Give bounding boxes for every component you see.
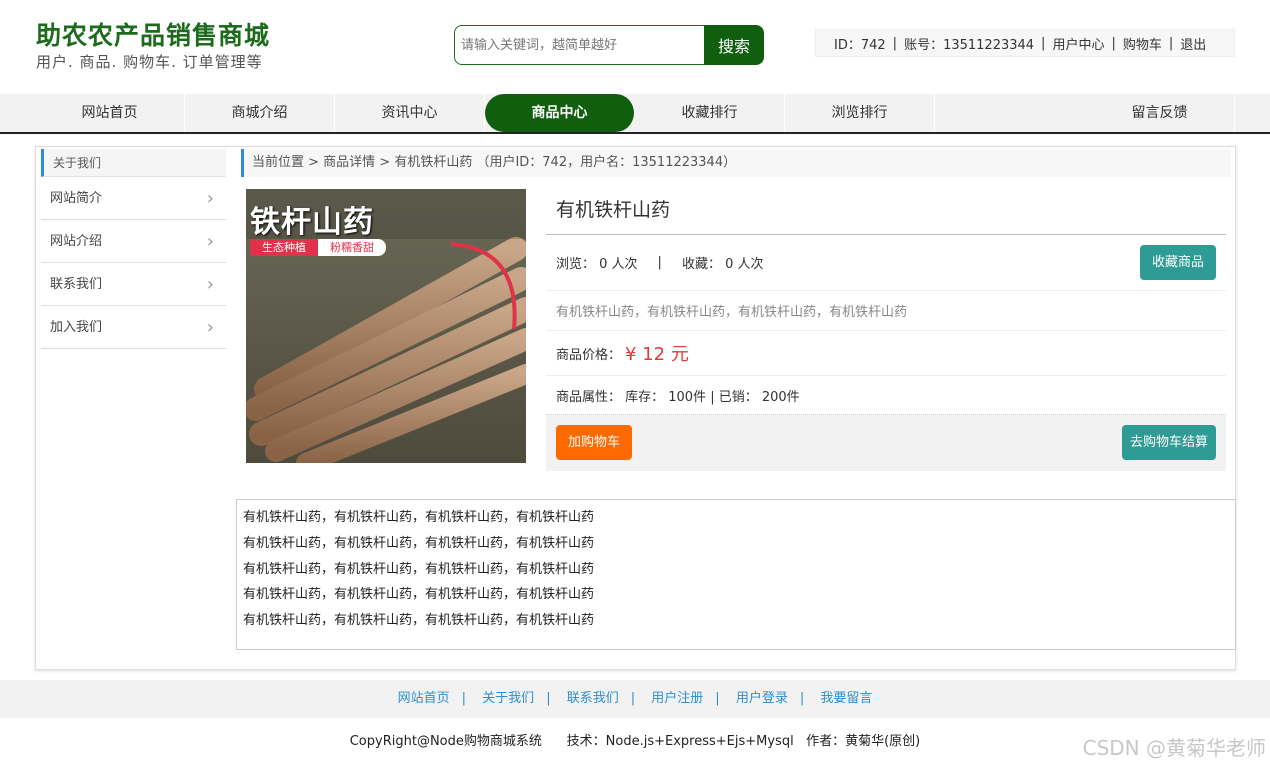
nav-products[interactable]: 商品中心 xyxy=(485,94,635,132)
price-value: ¥ 12 元 xyxy=(625,344,689,365)
footer-link-home[interactable]: 网站首页 xyxy=(398,691,450,706)
price-label: 商品价格： xyxy=(556,347,622,363)
copyright: CopyRight@Node购物商城系统 技术：Node.js+Express+… xyxy=(349,734,921,749)
nav-feedback[interactable]: 留言反馈 xyxy=(1085,94,1235,132)
sidebar-item-join[interactable]: 加入我们 › xyxy=(41,306,226,349)
detail-line: 有机铁杆山药，有机铁杆山药，有机铁杆山药，有机铁杆山药 xyxy=(243,587,595,603)
cart-link[interactable]: 购物车 xyxy=(1123,34,1162,53)
checkout-button[interactable]: 去购物车结算 xyxy=(1122,425,1216,460)
nav-fav-rank[interactable]: 收藏排行 xyxy=(635,94,785,132)
search-bar: 搜索 xyxy=(454,25,764,65)
product-image-tag: 生态种植 xyxy=(250,239,318,256)
footer-link-message[interactable]: 我要留言 xyxy=(820,691,872,706)
user-bar: ID：742 | 账号：13511223344 | 用户中心 | 购物车 | 退… xyxy=(815,29,1235,57)
product-info: 有机铁杆山药 浏览： 0 人次 | 收藏： 0 人次 收藏商品 有机铁杆山药，有… xyxy=(546,189,1226,471)
product-actions: 加购物车 去购物车结算 xyxy=(546,415,1226,471)
sidebar-item-label: 加入我们 xyxy=(50,320,103,335)
detail-line: 有机铁杆山药，有机铁杆山药，有机铁杆山药，有机铁杆山药 xyxy=(243,613,595,629)
search-button[interactable]: 搜索 xyxy=(704,25,764,65)
sidebar-item-label: 联系我们 xyxy=(50,277,103,292)
product-attributes: 商品属性： 库存： 100件 | 已销： 200件 xyxy=(546,376,1226,415)
site-subtitle: 用户. 商品. 购物车. 订单管理等 xyxy=(36,53,263,71)
site-title: 助农农产品销售商城 xyxy=(36,21,271,50)
nav-home[interactable]: 网站首页 xyxy=(35,94,185,132)
content-panel: 关于我们 网站简介 › 网站介绍 › 联系我们 › 加入我们 › 当前位置 > … xyxy=(35,146,1236,670)
product-short-desc: 有机铁杆山药，有机铁杆山药，有机铁杆山药，有机铁杆山药 xyxy=(546,291,1226,331)
sidebar-item-label: 网站简介 xyxy=(50,191,103,206)
chevron-right-icon: › xyxy=(206,231,214,252)
nav-view-rank[interactable]: 浏览排行 xyxy=(785,94,935,132)
detail-line: 有机铁杆山药，有机铁杆山药，有机铁杆山药，有机铁杆山药 xyxy=(243,561,595,577)
product-image-title: 铁杆山药 xyxy=(250,205,374,240)
product-image-tag: 粉糯香甜 xyxy=(318,239,386,256)
nav-intro[interactable]: 商城介绍 xyxy=(185,94,335,132)
sidebar-title: 关于我们 xyxy=(41,149,226,177)
chevron-right-icon: › xyxy=(206,317,214,338)
chevron-right-icon: › xyxy=(206,188,214,209)
product-detail: 有机铁杆山药，有机铁杆山药，有机铁杆山药，有机铁杆山药 有机铁杆山药，有机铁杆山… xyxy=(236,499,1236,650)
nav-news[interactable]: 资讯中心 xyxy=(335,94,485,132)
chevron-right-icon: › xyxy=(206,274,214,295)
footer-link-login[interactable]: 用户登录 xyxy=(736,691,788,706)
sidebar-item-contact[interactable]: 联系我们 › xyxy=(41,263,226,306)
footer-nav: 网站首页 | 关于我们 | 联系我们 | 用户注册 | 用户登录 | 我要留言 xyxy=(0,680,1270,718)
watermark: CSDN @黄菊华老师 xyxy=(1082,736,1266,760)
product-price-row: 商品价格： ¥ 12 元 xyxy=(546,331,1226,376)
favorites-count: 收藏： 0 人次 xyxy=(681,257,764,272)
product-name: 有机铁杆山药 xyxy=(546,189,1226,235)
sidebar-item-brief[interactable]: 网站简介 › xyxy=(41,177,226,220)
sidebar-item-label: 网站介绍 xyxy=(50,234,103,249)
logout-link[interactable]: 退出 xyxy=(1180,34,1206,53)
views-count: 浏览： 0 人次 xyxy=(556,257,638,272)
user-id: ID：742 xyxy=(834,37,886,53)
favorite-button[interactable]: 收藏商品 xyxy=(1140,245,1216,280)
add-to-cart-button[interactable]: 加购物车 xyxy=(556,425,632,460)
search-input[interactable] xyxy=(454,25,704,65)
detail-line: 有机铁杆山药，有机铁杆山药，有机铁杆山药，有机铁杆山药 xyxy=(243,535,595,551)
detail-line: 有机铁杆山药，有机铁杆山药，有机铁杆山药，有机铁杆山药 xyxy=(243,510,595,525)
user-center-link[interactable]: 用户中心 xyxy=(1052,34,1104,53)
product-stats: 浏览： 0 人次 | 收藏： 0 人次 收藏商品 xyxy=(546,235,1226,291)
sidebar-item-intro[interactable]: 网站介绍 › xyxy=(41,220,226,263)
product-image: 铁杆山药 生态种植 粉糯香甜 xyxy=(246,189,526,463)
footer-link-about[interactable]: 关于我们 xyxy=(482,691,534,706)
footer-link-contact[interactable]: 联系我们 xyxy=(567,691,619,706)
footer-link-register[interactable]: 用户注册 xyxy=(651,691,703,706)
breadcrumb: 当前位置 > 商品详情 > 有机铁杆山药 （用户ID：742，用户名：13511… xyxy=(241,149,1231,177)
user-account: 账号：13511223344 xyxy=(904,37,1035,53)
sidebar: 关于我们 网站简介 › 网站介绍 › 联系我们 › 加入我们 › xyxy=(41,149,226,349)
main-nav: 网站首页 商城介绍 资讯中心 商品中心 收藏排行 浏览排行 留言反馈 xyxy=(0,94,1270,134)
